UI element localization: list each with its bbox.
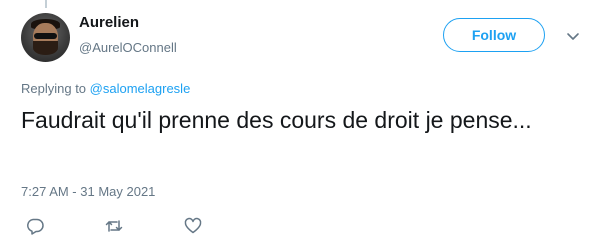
- replying-to: Replying to @salomelagresle: [21, 81, 190, 96]
- user-handle[interactable]: @AurelOConnell: [79, 40, 177, 55]
- display-name[interactable]: Aurelien: [79, 14, 139, 31]
- chevron-down-icon[interactable]: [565, 28, 581, 44]
- tweet-timestamp[interactable]: 7:27 AM - 31 May 2021: [21, 184, 155, 199]
- follow-button[interactable]: Follow: [443, 18, 545, 52]
- tweet-text: Faudrait qu'il prenne des cours de droit…: [21, 107, 532, 133]
- tweet-card: Aurelien @AurelOConnell Follow Replying …: [0, 0, 603, 248]
- thread-connector-line: [45, 0, 47, 8]
- avatar[interactable]: [21, 13, 70, 62]
- reply-icon[interactable]: [25, 216, 45, 236]
- replying-to-mention[interactable]: @salomelagresle: [90, 81, 191, 96]
- replying-to-label: Replying to: [21, 81, 87, 96]
- retweet-icon[interactable]: [104, 216, 124, 236]
- heart-icon[interactable]: [183, 216, 203, 236]
